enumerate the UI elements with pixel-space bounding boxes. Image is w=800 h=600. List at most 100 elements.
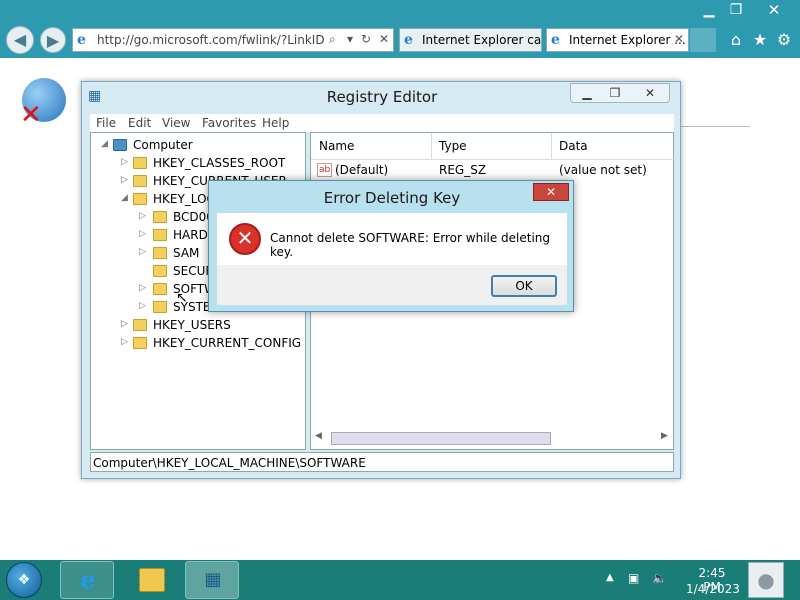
star-icon[interactable]: ★ [750,30,770,49]
folder-icon [133,319,147,331]
tree-item-hkcc[interactable]: ▷ HKEY_CURRENT_CONFIG [91,335,301,353]
folder-icon [153,265,167,277]
column-divider[interactable] [431,133,432,159]
error-dialog: Error Deleting Key ✕ ✕ Cannot delete SOF… [208,180,574,312]
horizontal-scrollbar[interactable]: ◀ ▶ [315,431,669,447]
menu-edit[interactable]: Edit [128,116,151,130]
expand-arrow-icon[interactable]: ▷ [139,229,146,239]
user-avatar-icon[interactable]: ● [748,562,784,598]
expand-arrow-icon[interactable]: ▷ [121,157,128,167]
search-icon[interactable]: ⌕ [329,32,336,47]
expand-arrow-icon[interactable]: ▷ [121,175,128,185]
value-data: (value not set) [559,163,647,177]
column-header-type[interactable]: Type [439,139,467,153]
scroll-left-icon[interactable]: ◀ [315,431,322,441]
taskbar-ie-button[interactable]: e [60,561,114,599]
address-bar[interactable]: e http://go.microsoft.com/fwlink/?LinkID… [72,28,394,52]
tree-item-hkcr[interactable]: ▷ HKEY_CLASSES_ROOT [91,155,301,173]
folder-icon [133,175,147,187]
tab-close-icon[interactable]: ✕ [674,32,684,46]
expand-arrow-icon[interactable]: ▷ [139,301,146,311]
expand-arrow-icon[interactable]: ▷ [139,283,146,293]
error-x-icon: ✕ [20,100,42,130]
new-tab-button[interactable] [690,28,716,52]
home-icon[interactable]: ⌂ [726,30,746,49]
dialog-footer: OK [217,265,567,305]
back-arrow-icon: ◀ [13,30,27,49]
windows-logo-icon: ❖ [17,572,31,588]
scroll-thumb[interactable] [331,432,551,445]
close-button[interactable]: ✕ [635,84,665,102]
gear-icon[interactable]: ⚙ [774,30,794,49]
folder-icon [133,157,147,169]
folder-icon [153,247,167,259]
network-icon[interactable]: ▣ [628,571,639,585]
folder-icon [153,283,167,295]
folder-icon [153,301,167,313]
menu-favorites[interactable]: Favorites [202,116,256,130]
clock-date[interactable]: 1/4/2023 [686,582,740,596]
status-path: Computer\HKEY_LOCAL_MACHINE\SOFTWARE [93,456,366,470]
taskbar: ❖ e ▦ ▲ ▣ 🔈 2:45 PM 1/4/2023 ● [0,560,800,600]
ie-icon: e [404,32,413,48]
error-icon: ✕ [229,223,261,255]
minimize-button[interactable]: ▁ [575,84,599,102]
address-text[interactable]: http://go.microsoft.com/fwlink/?LinkID=1… [97,33,325,47]
column-header-data[interactable]: Data [559,139,588,153]
dialog-title: Error Deleting Key [323,189,461,207]
string-value-icon: ab [317,163,333,177]
dialog-body: ✕ Cannot delete SOFTWARE: Error while de… [217,213,567,265]
expand-arrow-icon[interactable]: ▷ [121,337,128,347]
value-type: REG_SZ [439,163,487,177]
header-divider [311,159,675,160]
tree-item-computer[interactable]: ◢ Computer [91,137,301,155]
column-divider[interactable] [551,133,552,159]
folder-icon [139,568,165,592]
expand-arrow-icon[interactable]: ▷ [121,319,128,329]
browser-tab-1[interactable]: e Internet Explorer can... [399,28,542,52]
dialog-close-button[interactable]: ✕ [533,183,569,201]
show-hidden-icons-icon[interactable]: ▲ [606,572,614,583]
back-button[interactable]: ◀ [6,26,34,54]
start-button[interactable]: ❖ [6,562,42,598]
dropdown-icon[interactable]: ▾ [347,32,353,46]
forward-arrow-icon: ▶ [46,31,60,50]
ok-button[interactable]: OK [491,275,557,297]
browser-chrome: ▁ ❐ ✕ ◀ ▶ e http://go.microsoft.com/fwli… [0,0,800,58]
maximize-button[interactable]: ❐ [603,84,627,102]
menu-file[interactable]: File [96,116,116,130]
window-controls: ▁ ❐ ✕ [570,83,670,103]
value-name[interactable]: (Default) [335,163,388,177]
status-bar: Computer\HKEY_LOCAL_MACHINE\SOFTWARE [90,452,674,472]
mouse-cursor-icon: ↖ [176,290,188,306]
browser-tab-2[interactable]: e Internet Explorer ... ✕ [546,28,689,52]
stop-icon[interactable]: ✕ [379,32,389,46]
minimize-button[interactable]: ▁ [694,0,724,20]
volume-muted-icon[interactable]: 🔈 [652,571,667,585]
close-button[interactable]: ✕ [760,0,788,20]
collapse-arrow-icon[interactable]: ◢ [101,139,108,149]
column-header-name[interactable]: Name [319,139,354,153]
folder-icon [153,229,167,241]
menu-help[interactable]: Help [262,116,289,130]
expand-arrow-icon[interactable]: ▷ [139,211,146,221]
registry-icon: ▦ [204,569,222,590]
folder-icon [153,211,167,223]
tab-title: Internet Explorer ... [569,33,686,47]
expand-arrow-icon[interactable]: ▷ [139,247,146,257]
refresh-icon[interactable]: ↻ [361,32,371,46]
dialog-message: Cannot delete SOFTWARE: Error while dele… [270,231,551,259]
taskbar-regedit-button[interactable]: ▦ [185,561,239,599]
menu-view[interactable]: View [162,116,190,130]
forward-button[interactable]: ▶ [40,27,66,53]
maximize-button[interactable]: ❐ [724,0,748,20]
ie-icon: e [77,32,86,48]
tree-item-hku[interactable]: ▷ HKEY_USERS [91,317,301,335]
collapse-arrow-icon[interactable]: ◢ [121,193,128,203]
menu-bar: File Edit View Favorites Help [90,114,674,132]
scroll-right-icon[interactable]: ▶ [661,431,668,441]
taskbar-explorer-button[interactable] [124,561,178,599]
ie-icon: e [80,565,96,594]
folder-icon [133,193,147,205]
computer-icon [113,139,127,151]
